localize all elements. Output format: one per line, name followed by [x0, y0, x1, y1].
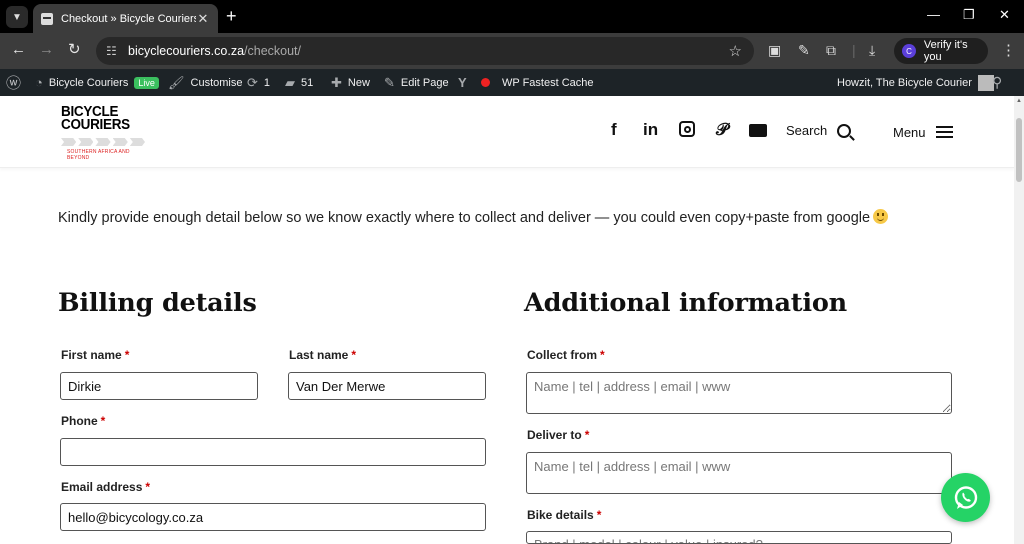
- wp-admin-bar: ⓦ ◔ Bicycle Couriers Live 🖌 Customise ⟳ 1 ▰ 5…: [0, 69, 1024, 96]
- deliver-to-textarea[interactable]: [526, 452, 952, 494]
- toolbar-divider: |: [852, 42, 856, 58]
- billing-details-heading: Billing details: [58, 288, 257, 318]
- required-marker: *: [124, 348, 130, 362]
- last-name-label: Last name *: [289, 348, 357, 362]
- browser-tab-checkout[interactable]: Checkout » Bicycle Couriers ✕: [33, 4, 218, 33]
- collect-from-label: Collect from *: [527, 348, 605, 362]
- adminbar-new[interactable]: ✚ New: [331, 75, 370, 91]
- first-name-input[interactable]: [60, 372, 258, 400]
- last-name-input[interactable]: [288, 372, 486, 400]
- email-input[interactable]: [60, 503, 486, 531]
- logo-tagline: SOUTHERN AFRICA AND BEYOND: [67, 149, 130, 161]
- search-label: Search: [786, 123, 828, 138]
- adminbar-howdy[interactable]: Howzit, The Bicycle Courier: [837, 74, 994, 91]
- collect-from-textarea[interactable]: [526, 372, 952, 414]
- adminbar-edit-page[interactable]: ✎ Edit Page: [384, 75, 449, 91]
- adminbar-cache[interactable]: WP Fastest Cache: [502, 77, 594, 89]
- logo-arrows-graphic: [61, 138, 146, 146]
- bike-details-label: Bike details *: [527, 508, 602, 522]
- wp-logo-icon[interactable]: ⓦ: [6, 72, 27, 93]
- favicon-icon: [41, 12, 53, 25]
- extensions-puzzle-icon[interactable]: ⧉: [826, 42, 836, 59]
- verify-label: Verify it's you: [923, 39, 968, 63]
- menu-label: Menu: [893, 124, 926, 140]
- adminbar-customise[interactable]: 🖌 Customise: [168, 75, 242, 91]
- scroll-up-arrow-icon[interactable]: ▲: [1016, 98, 1022, 104]
- header-menu-button[interactable]: Menu: [893, 123, 953, 141]
- email-icon[interactable]: [749, 124, 767, 137]
- minimize-button[interactable]: —: [927, 7, 940, 22]
- maximize-button[interactable]: ❐: [963, 7, 975, 23]
- site-header: BICYCLE COURIERS SOUTHERN AFRICA AND BEY…: [0, 96, 1014, 168]
- verify-identity-button[interactable]: C Verify it's you: [894, 38, 988, 64]
- email-label: Email address *: [61, 480, 151, 494]
- plus-icon: ✚: [331, 74, 342, 90]
- pen-extension-icon[interactable]: ✎: [798, 42, 810, 59]
- adminbar-site-name[interactable]: ◔ Bicycle Couriers Live: [35, 75, 159, 90]
- forward-arrow-icon[interactable]: →: [39, 41, 54, 59]
- required-marker: *: [600, 348, 605, 362]
- logo-line-2: COURIERS: [61, 115, 130, 133]
- download-icon[interactable]: ⤓: [869, 42, 875, 59]
- bike-details-textarea[interactable]: [526, 531, 952, 544]
- phone-label: Phone *: [61, 414, 106, 428]
- site-logo[interactable]: BICYCLE COURIERS SOUTHERN AFRICA AND BEY…: [61, 104, 151, 162]
- required-marker: *: [351, 348, 357, 362]
- header-search-button[interactable]: Search: [786, 123, 852, 138]
- whatsapp-icon: [954, 485, 977, 509]
- url-domain: bicyclecouriers.co.za: [128, 44, 245, 58]
- updates-icon: ⟳: [247, 74, 258, 90]
- address-bar[interactable]: ☷ bicyclecouriers.co.za/checkout/ ☆: [96, 37, 754, 65]
- profile-avatar: C: [902, 44, 916, 58]
- adminbar-comments[interactable]: ▰ 51: [285, 75, 313, 91]
- cast-icon[interactable]: ▣: [768, 42, 781, 59]
- tab-close-icon[interactable]: ✕: [196, 11, 210, 27]
- url-path: /checkout/: [244, 44, 301, 58]
- chevron-down-icon: ▼: [12, 11, 22, 23]
- bookmark-star-icon[interactable]: ☆: [729, 42, 742, 60]
- live-badge: Live: [134, 76, 159, 89]
- deliver-to-label: Deliver to *: [527, 428, 590, 442]
- required-marker: *: [584, 428, 590, 442]
- brush-icon: 🖌: [168, 74, 185, 90]
- tab-title: Checkout » Bicycle Couriers: [61, 12, 196, 25]
- browser-tab-strip: ▼ Checkout » Bicycle Couriers ✕ + — ❐ ✕: [0, 0, 1024, 33]
- chrome-menu-icon[interactable]: ⋮: [1001, 41, 1016, 59]
- additional-information-heading: Additional information: [524, 288, 847, 318]
- url-text[interactable]: bicyclecouriers.co.za/checkout/: [128, 44, 301, 58]
- required-marker: *: [100, 414, 106, 428]
- adminbar-updates[interactable]: ⟳ 1: [247, 75, 270, 91]
- new-tab-button[interactable]: +: [226, 6, 237, 26]
- pinterest-icon[interactable]: 𝒫: [716, 120, 728, 140]
- hamburger-icon: [935, 123, 953, 141]
- comment-icon: ▰: [285, 74, 295, 90]
- first-name-label: First name *: [61, 348, 130, 362]
- linkedin-icon[interactable]: in: [643, 120, 658, 140]
- whatsapp-chat-button[interactable]: [941, 473, 990, 522]
- page-scrollbar[interactable]: ▲: [1014, 96, 1024, 544]
- smiley-emoji-icon: [873, 209, 889, 224]
- seo-status-dot: [481, 78, 490, 87]
- scrollbar-thumb[interactable]: [1016, 118, 1022, 182]
- facebook-icon[interactable]: f: [611, 120, 617, 140]
- site-info-icon[interactable]: ☷: [106, 44, 126, 58]
- close-window-button[interactable]: ✕: [999, 7, 1010, 23]
- browser-toolbar: ← → ↻ ☷ bicyclecouriers.co.za/checkout/ …: [0, 33, 1024, 69]
- dashboard-icon: ◔: [35, 75, 43, 90]
- pencil-icon: ✎: [384, 74, 395, 90]
- adminbar-search-icon[interactable]: ⚲: [992, 74, 1008, 91]
- yoast-seo-icon[interactable]: Y: [458, 75, 473, 90]
- required-marker: *: [596, 508, 602, 522]
- phone-input[interactable]: [60, 438, 486, 466]
- required-marker: *: [145, 480, 151, 494]
- reload-icon[interactable]: ↻: [68, 41, 81, 59]
- tab-search-button[interactable]: ▼: [6, 6, 28, 28]
- back-arrow-icon[interactable]: ←: [11, 41, 26, 59]
- search-icon: [837, 123, 852, 138]
- checkout-intro: Kindly provide enough detail below so we…: [58, 209, 889, 226]
- instagram-icon[interactable]: [679, 121, 695, 137]
